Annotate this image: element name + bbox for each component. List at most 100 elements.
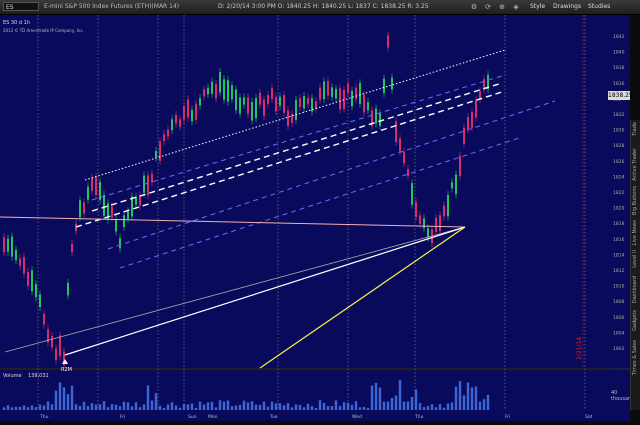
candle-body bbox=[355, 87, 357, 100]
symbol-description: E-mini S&P 500 Index Futures (ETH)(MAR 1… bbox=[44, 3, 180, 10]
candle-body bbox=[151, 173, 153, 183]
volume-bar bbox=[70, 385, 74, 410]
low-marker-label: R2M bbox=[61, 367, 72, 373]
price-tick-label: 1838 bbox=[613, 65, 625, 71]
candle-body bbox=[347, 83, 349, 93]
volume-bar bbox=[214, 407, 218, 410]
volume-bar bbox=[142, 404, 146, 410]
volume-bar bbox=[114, 404, 118, 410]
side-tab-active-trader[interactable]: Active Trader bbox=[632, 148, 640, 181]
refresh-icon[interactable]: ⟳ bbox=[484, 3, 492, 11]
day-label: Fri bbox=[120, 414, 125, 420]
candle-body bbox=[423, 218, 425, 229]
price-chart[interactable]: 1842184018381836183418321830182818261824… bbox=[0, 15, 640, 421]
volume-bar bbox=[186, 404, 190, 410]
volume-bar bbox=[406, 401, 410, 410]
side-tab-dashboard[interactable]: Dashboard bbox=[632, 276, 640, 303]
volume-bar bbox=[306, 403, 310, 410]
candle-body bbox=[411, 183, 413, 205]
candle-body bbox=[255, 98, 257, 119]
volume-bar bbox=[454, 386, 458, 410]
candle-body bbox=[195, 103, 197, 120]
volume-bar bbox=[366, 407, 370, 410]
volume-bar bbox=[346, 402, 350, 410]
candle-body bbox=[103, 194, 105, 216]
copyright-text: 2013 © TD Ameritrade IP Company, Inc. bbox=[3, 28, 84, 33]
volume-bar bbox=[58, 382, 62, 410]
volume-bar bbox=[54, 390, 58, 410]
volume-bar bbox=[386, 401, 390, 410]
candle-body bbox=[231, 85, 233, 100]
style-button[interactable]: Style bbox=[530, 2, 545, 12]
volume-bar bbox=[318, 400, 322, 410]
volume-bar bbox=[394, 395, 398, 410]
volume-bar bbox=[338, 406, 342, 410]
candle-body bbox=[443, 205, 445, 217]
candle-body bbox=[91, 177, 93, 191]
volume-bar bbox=[302, 407, 306, 410]
candle-body bbox=[67, 282, 69, 296]
volume-bar bbox=[470, 387, 474, 410]
volume-bar bbox=[246, 402, 250, 410]
volume-bar bbox=[310, 406, 314, 410]
zoom-icon[interactable]: ⊕ bbox=[498, 3, 506, 11]
candle-body bbox=[55, 348, 57, 360]
candle-body bbox=[27, 271, 29, 286]
volume-bar bbox=[294, 404, 298, 410]
volume-bar bbox=[154, 393, 158, 410]
candle-body bbox=[227, 80, 229, 102]
candle-body bbox=[147, 175, 149, 196]
price-tick-label: 1822 bbox=[613, 190, 625, 196]
link-icon[interactable]: ◈ bbox=[512, 3, 520, 11]
candle-body bbox=[475, 100, 477, 118]
volume-bar bbox=[178, 407, 182, 410]
volume-bar bbox=[230, 406, 234, 410]
candle-body bbox=[119, 238, 121, 249]
candle-body bbox=[43, 314, 45, 325]
ohlc-readout: D: 2/20/14 3:00 PM O: 1840.25 H: 1840.25… bbox=[218, 3, 429, 10]
candle-body bbox=[395, 121, 397, 142]
day-label: Sun bbox=[188, 414, 197, 420]
candle-body bbox=[287, 110, 289, 127]
side-tab-trade[interactable]: Trade bbox=[632, 122, 640, 136]
candle-body bbox=[223, 79, 225, 100]
day-label: Tue bbox=[269, 414, 278, 420]
candle-body bbox=[39, 294, 41, 308]
candle-body bbox=[451, 182, 453, 189]
candle-body bbox=[19, 258, 21, 266]
chart-toolbar: ES E-mini S&P 500 Index Futures (ETH)(MA… bbox=[0, 0, 640, 15]
volume-bar bbox=[478, 401, 482, 410]
volume-bar bbox=[222, 401, 226, 410]
side-tab-live-news[interactable]: Live News bbox=[632, 220, 640, 245]
studies-button[interactable]: Studies bbox=[588, 2, 610, 12]
chart-canvas[interactable]: 1842184018381836183418321830182818261824… bbox=[0, 15, 640, 421]
volume-bar bbox=[434, 407, 438, 410]
volume-bar bbox=[66, 394, 70, 410]
price-tick-label: 1804 bbox=[613, 330, 625, 336]
candle-body bbox=[163, 134, 165, 142]
price-tick-label: 1802 bbox=[613, 346, 625, 352]
volume-bar bbox=[126, 402, 130, 410]
candle-body bbox=[127, 211, 129, 219]
candle-body bbox=[467, 117, 469, 130]
settings-icon[interactable]: ⚙ bbox=[470, 3, 478, 11]
volume-bar bbox=[442, 407, 446, 410]
price-tick-label: 1842 bbox=[613, 34, 625, 40]
side-tab-gadgets[interactable]: Gadgets bbox=[632, 310, 640, 331]
candle-body bbox=[171, 119, 173, 131]
volume-bar bbox=[378, 387, 382, 410]
drawings-button[interactable]: Drawings bbox=[553, 2, 581, 12]
symbol-input[interactable]: ES bbox=[3, 2, 39, 11]
candle-body bbox=[11, 236, 13, 257]
volume-bar bbox=[446, 403, 450, 410]
side-tab-level-ii[interactable]: Level II bbox=[632, 250, 640, 268]
candle-body bbox=[235, 89, 237, 111]
candle-body bbox=[95, 176, 97, 195]
volume-bar bbox=[262, 401, 266, 410]
candle-body bbox=[87, 186, 89, 200]
side-tab-big-buttons[interactable]: Big Buttons bbox=[632, 186, 640, 215]
side-tab-times-sales[interactable]: Times & Sales bbox=[632, 340, 640, 375]
volume-bar bbox=[254, 404, 258, 410]
volume-bar bbox=[430, 404, 434, 410]
volume-bar bbox=[134, 402, 138, 410]
